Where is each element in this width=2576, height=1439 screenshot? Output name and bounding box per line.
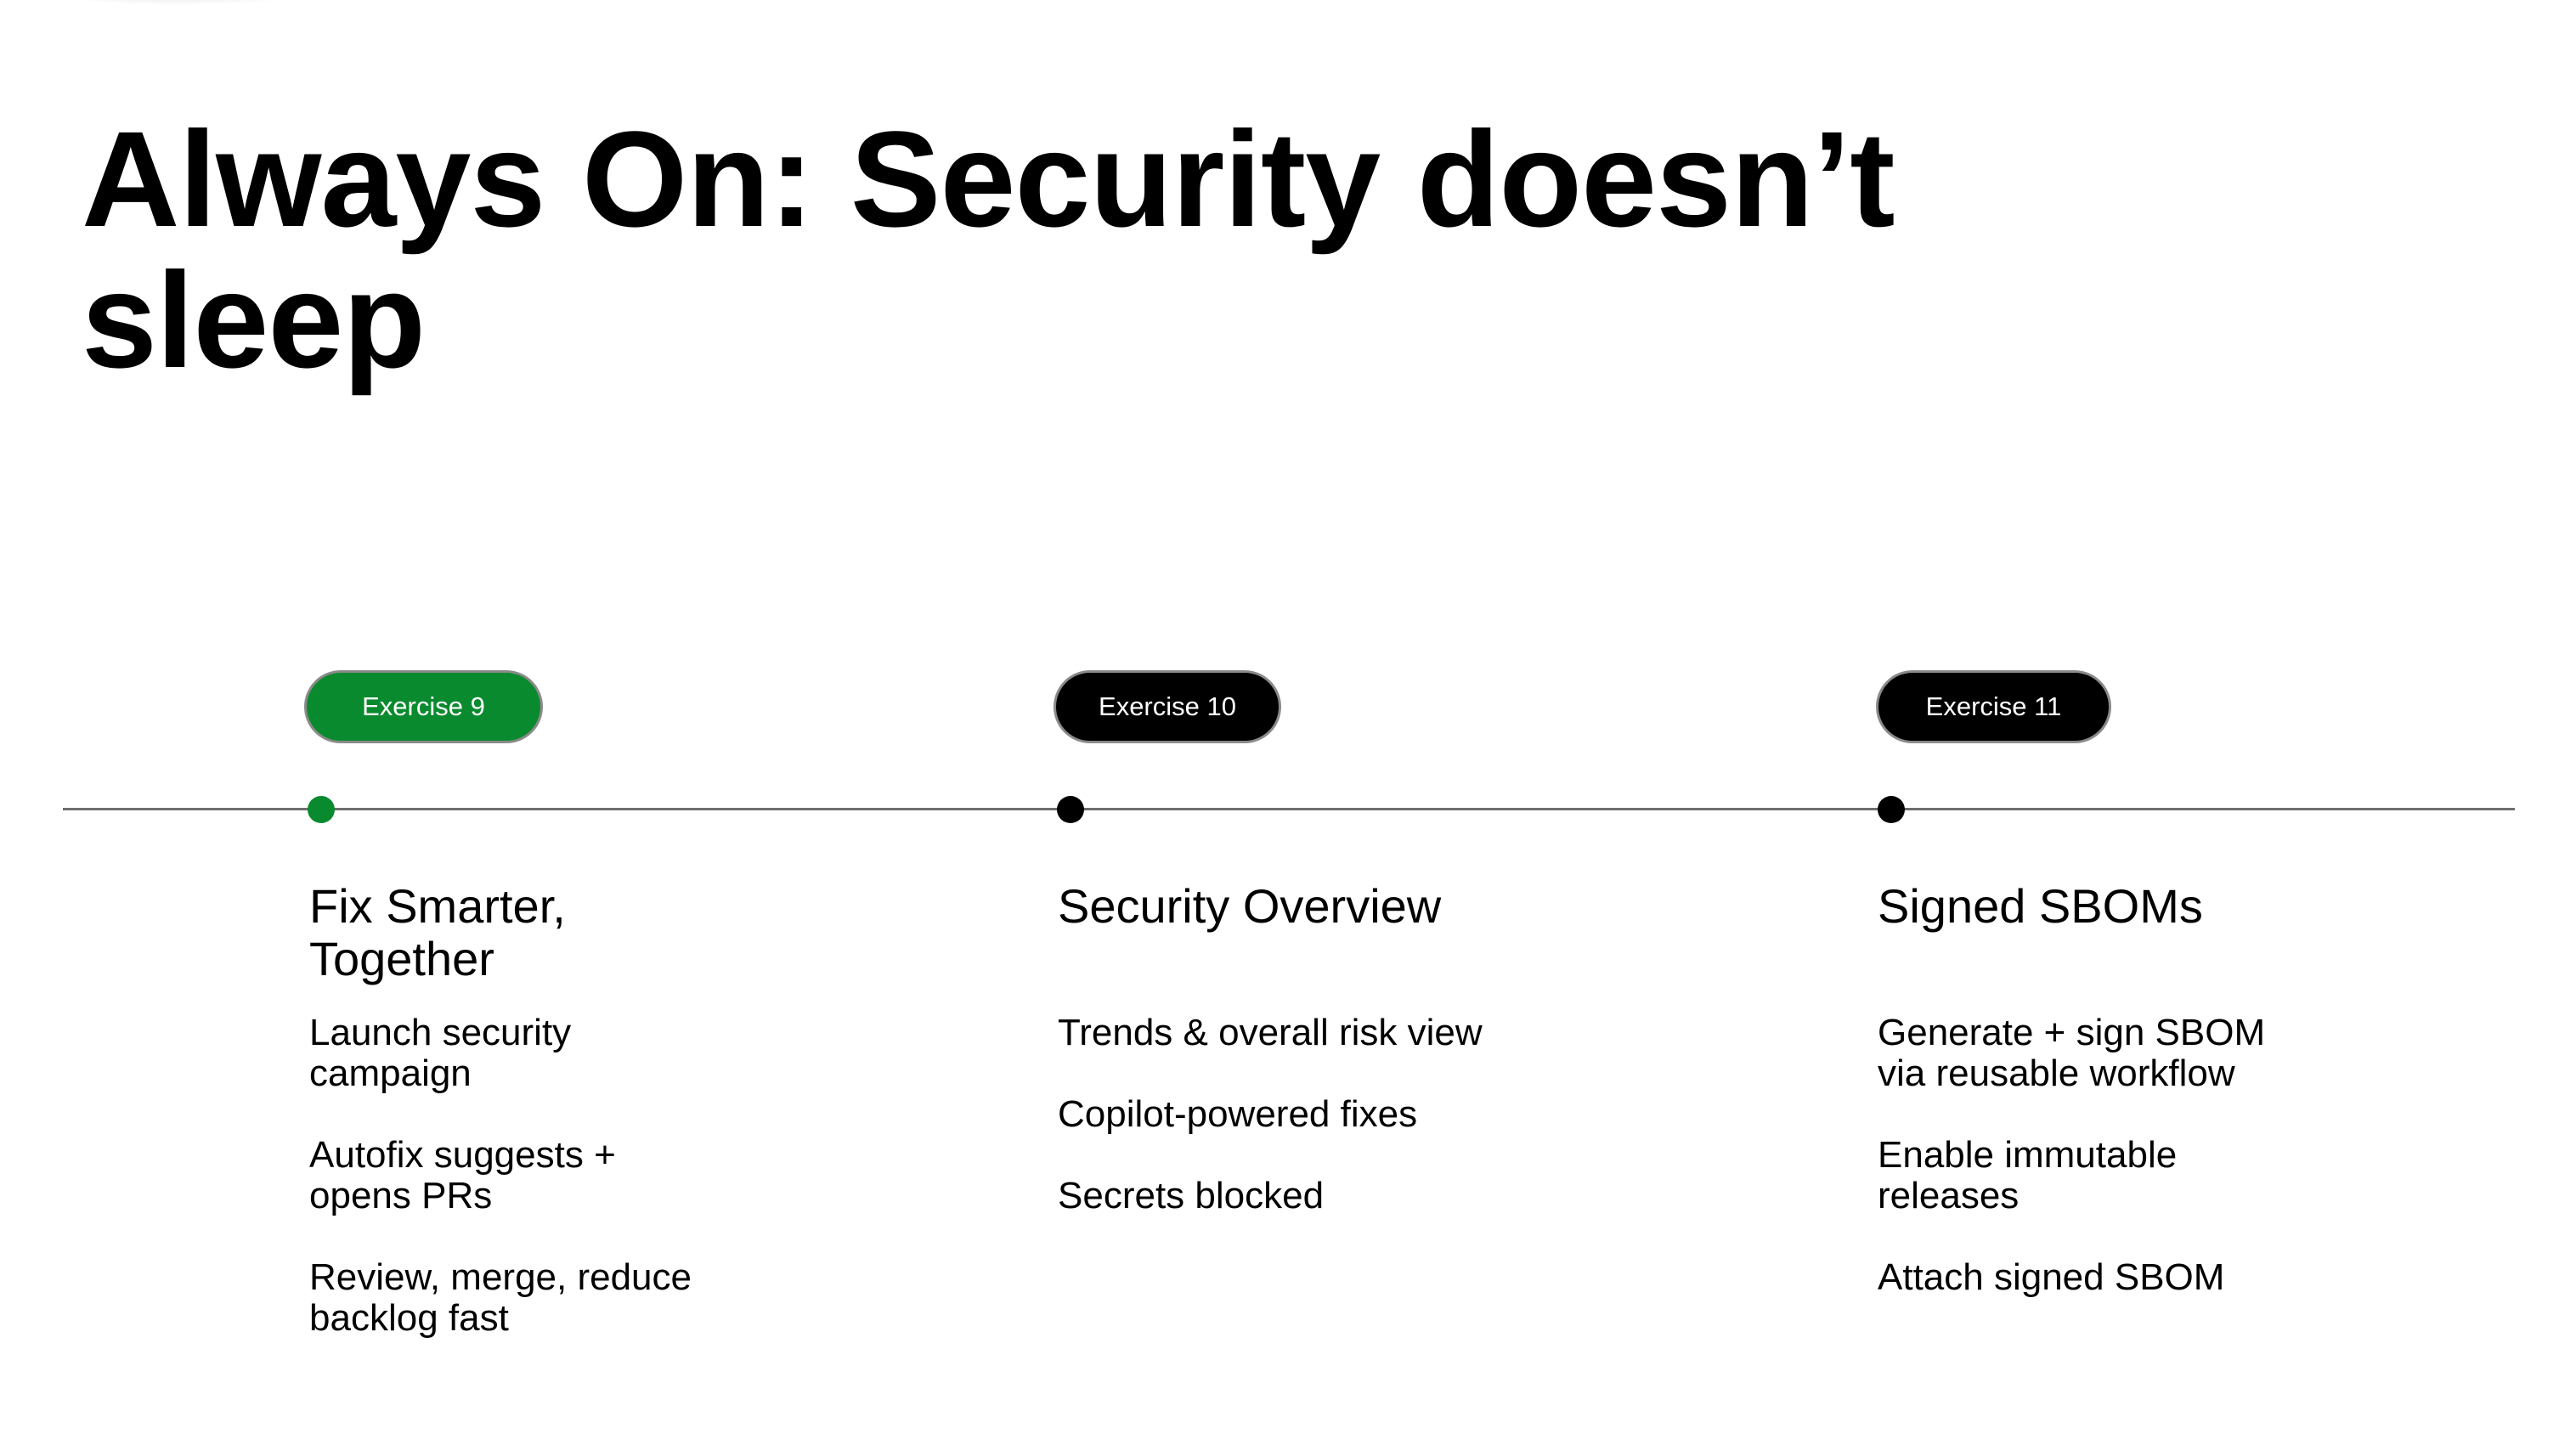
exercise-10-bullet-3: Secrets blocked [1058,1175,1325,1216]
exercise-9-badge-label: Exercise 9 [362,691,485,721]
exercise-9-heading: Fix Smarter, Together [309,879,566,985]
corner-shadow [51,0,306,5]
exercise-10-bullet-1: Trends & overall risk view [1058,1012,1483,1053]
exercise-11-badge[interactable]: Exercise 11 [1876,670,2111,743]
exercise-11-timeline-dot [1878,796,1905,823]
exercise-10-badge-label: Exercise 10 [1099,691,1236,721]
exercise-9-column: Fix Smarter, Together Launch security ca… [309,879,785,1339]
exercise-11-badge-label: Exercise 11 [1925,691,2062,721]
exercise-10-bullet-2: Copilot-powered fixes [1058,1093,1418,1135]
exercise-10-timeline-dot [1057,796,1084,823]
exercise-10-heading: Security Overview [1058,879,1442,933]
exercise-9-bullet-2: Autofix suggests + opens PRs [309,1134,616,1216]
exercise-9-bullet-1: Launch security campaign [309,1012,572,1094]
exercise-10-bullets: Trends & overall risk view Copilot-power… [1058,1013,1737,1257]
page-title: Always On: Security doesn’t sleep [82,103,1895,396]
exercise-11-bullet-3: Attach signed SBOM [1878,1256,2225,1298]
exercise-11-heading: Signed SBOMs [1878,879,2203,933]
exercise-9-bullets: Launch security campaign Autofix suggest… [309,1013,751,1380]
exercise-10-badge[interactable]: Exercise 10 [1054,670,1281,743]
exercise-11-bullet-1: Generate + sign SBOM via reusable workfl… [1878,1012,2266,1094]
timeline-line [63,808,2515,810]
exercise-9-badge[interactable]: Exercise 9 [304,670,543,743]
exercise-9-bullet-3: Review, merge, reduce backlog fast [309,1256,692,1339]
exercise-11-bullet-2: Enable immutable releases [1878,1134,2178,1216]
exercise-9-timeline-dot [308,796,335,823]
exercise-10-column: Security Overview Trends & overall risk … [1058,879,1737,1216]
exercise-11-column: Signed SBOMs Generate + sign SBOM via re… [1878,879,2455,1298]
exercise-11-bullets: Generate + sign SBOM via reusable workfl… [1878,1013,2421,1339]
